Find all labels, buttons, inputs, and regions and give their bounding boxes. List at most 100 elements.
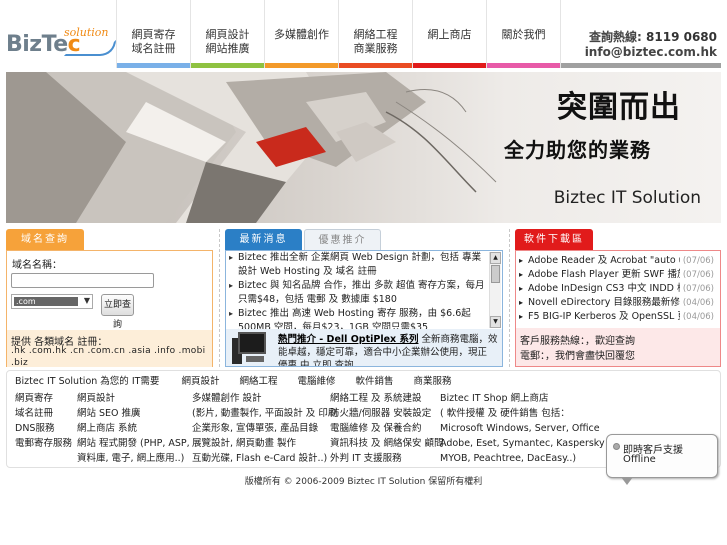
tab-promotions[interactable]: 優惠推介 — [304, 229, 381, 250]
news-panel: 最新消息 優惠推介 Biztec 推出全新 企業網頁 Web Design 計劃… — [225, 229, 503, 367]
live-support-widget[interactable]: 即時客戶支援 Offline — [606, 434, 718, 485]
services-tab[interactable]: 電腦維修 — [297, 375, 335, 389]
tab-latest-news[interactable]: 最新消息 — [225, 229, 302, 250]
nav-item-multimedia[interactable]: 多媒體創作 — [264, 0, 338, 68]
nav-color-bar — [191, 63, 264, 68]
domain-search-box: 域名名稱： .com ▼ 立即查詢 提供 各類域名 註冊： .hk .com.h… — [6, 250, 213, 368]
domain-search-panel: 域名查詢 域名名稱： .com ▼ 立即查詢 提供 各類域名 註冊： .hk .… — [6, 229, 213, 368]
service-link[interactable]: 網頁寄存 — [15, 391, 72, 406]
hotline-block: 查詢熱線: 8119 0680 info@biztec.com.hk — [560, 0, 727, 68]
services-column-multimedia: 多媒體創作 設計 (影片, 動畫製作, 平面設計 及 印刷 企業形象, 宣傳單張… — [192, 391, 337, 466]
panel-divider — [219, 229, 220, 367]
services-tab[interactable]: 網頁設計 — [181, 375, 219, 389]
service-link[interactable]: 外判 IT 支援服務 — [330, 451, 444, 466]
banner-subheadline: 全力助您的業務 — [504, 138, 651, 162]
tld-list: .hk .com.hk .cn .com.cn .asia .info .mob… — [11, 346, 206, 368]
service-link[interactable]: 網站 程式開發 (PHP, ASP, — [77, 436, 190, 451]
service-link[interactable]: Adobe, Eset, Symantec, Kaspersky — [440, 436, 605, 451]
main-nav: 網頁寄存 域名註冊 網頁設計 網站推廣 多媒體創作 網絡工程 商業服務 網上商店… — [116, 0, 560, 68]
site-header: solution BizTec 網頁寄存 域名註冊 網頁設計 網站推廣 多媒體創… — [0, 0, 727, 68]
tld-select[interactable]: .com ▼ — [11, 294, 93, 309]
service-link[interactable]: 網站 SEO 推廣 — [77, 406, 190, 421]
contact-line: 客戶服務熱線：，歡迎查詢 — [520, 336, 635, 347]
news-scrollbar[interactable]: ▲ ▼ — [489, 252, 501, 328]
services-tab[interactable]: 軟件銷售 — [355, 375, 393, 389]
live-support-status: Offline — [623, 454, 656, 465]
domain-name-input[interactable] — [11, 273, 154, 288]
service-link[interactable]: 網頁設計 — [77, 391, 190, 406]
services-tab[interactable]: 商業服務 — [414, 375, 452, 389]
download-item[interactable]: Adobe Reader 及 Acrobat "auto update"(07/… — [516, 254, 720, 268]
service-link[interactable]: DNS服務 — [15, 421, 72, 436]
services-tabs: Biztec IT Solution 為您的 IT需要 網頁設計 網絡工程 電腦… — [15, 375, 472, 389]
service-link[interactable]: 電腦維修 及 保養合約 — [330, 421, 444, 436]
service-link[interactable]: Biztec IT Shop 網上商店 — [440, 391, 605, 406]
tab-downloads[interactable]: 軟件下載區 — [515, 229, 593, 250]
nav-item-about[interactable]: 關於我們 — [486, 0, 560, 68]
download-item[interactable]: Novell eDirectory 目錄服務最新修正檔案(04/06) — [516, 296, 720, 310]
nav-label: 多媒體創作 — [274, 28, 329, 41]
banner-headline: 突圍而出 — [557, 90, 681, 125]
nav-label: 網頁設計 網站推廣 — [205, 28, 250, 55]
chevron-down-icon: ▼ — [83, 296, 90, 305]
services-tab[interactable]: Biztec IT Solution 為您的 IT需要 — [15, 375, 159, 389]
nav-item-web-design[interactable]: 網頁設計 網站推廣 — [190, 0, 264, 68]
download-item[interactable]: Adobe Flash Player 更新 SWF 播放器(07/06) — [516, 268, 720, 282]
service-link[interactable]: 網絡工程 及 系統建設 — [330, 391, 444, 406]
hero-banner: 突圍而出 全力助您的業務 Biztec IT Solution — [6, 72, 721, 223]
news-item[interactable]: Biztec 推出全新 企業網頁 Web Design 計劃，包括 專業設計 W… — [226, 251, 488, 279]
services-column-network: 網絡工程 及 系統建設 防火牆/伺服器 安裝設定 電腦維修 及 保養合約 資訊科… — [330, 391, 444, 466]
tld-selected-value: .com — [14, 297, 78, 306]
nav-label: 網絡工程 商業服務 — [353, 28, 398, 55]
banner-brand: Biztec IT Solution — [553, 188, 701, 208]
panel-divider — [509, 229, 510, 367]
services-column-web-design: 網頁設計 網站 SEO 推廣 網上商店 系統 網站 程式開發 (PHP, ASP… — [77, 391, 190, 466]
news-item[interactable]: Biztec 與 知名品牌 合作，推出 多款 超值 寄存方案，每月只需$48，包… — [226, 279, 488, 307]
domain-search-button[interactable]: 立即查詢 — [101, 294, 134, 330]
service-link[interactable]: MYOB, Peachtree, DacEasy..) — [440, 451, 605, 466]
nav-label: 關於我們 — [501, 28, 546, 41]
service-link[interactable]: 多媒體創作 設計 — [192, 391, 337, 406]
hotline-color-bar — [561, 63, 721, 68]
service-link[interactable]: 資訊科技 及 網絡保安 顧問 — [330, 436, 444, 451]
news-box: Biztec 推出全新 企業網頁 Web Design 計劃，包括 專業設計 W… — [225, 250, 503, 367]
service-link[interactable]: 互動光碟, Flash e-Card 設計..) — [192, 451, 337, 466]
copyright-footer: 版權所有 © 2006-2009 Biztec IT Solution 保留所有… — [244, 477, 483, 487]
service-link[interactable]: 資料庫, 電子, 網上應用..) — [77, 451, 190, 466]
download-item[interactable]: Adobe InDesign CS3 中文 INDD 檔案(07/06) — [516, 282, 720, 296]
service-link[interactable]: 電郵寄存服務 — [15, 436, 72, 451]
hotline-email[interactable]: info@biztec.com.hk — [585, 45, 717, 59]
service-link[interactable]: 防火牆/伺服器 安裝設定 — [330, 406, 444, 421]
service-link[interactable]: 企業形象, 宣傳單張, 產品目錄 — [192, 421, 337, 436]
biztec-logo[interactable]: solution BizTec — [6, 26, 116, 60]
contact-block: 客戶服務熱線：，歡迎查詢 電郵：，我們會盡快回覆您 — [516, 328, 720, 366]
nav-color-bar — [265, 63, 338, 68]
service-link[interactable]: 域名註冊 — [15, 406, 72, 421]
scroll-thumb[interactable] — [491, 265, 500, 283]
service-link[interactable]: 網上商店 系統 — [77, 421, 190, 436]
promo-block[interactable]: 熱門推介 - Dell OptiPlex 系列 全新商務電腦，效能卓越，穩定可靠… — [226, 329, 502, 366]
nav-color-bar — [413, 63, 486, 68]
services-tab[interactable]: 網絡工程 — [239, 375, 277, 389]
domain-name-label: 域名名稱： — [12, 260, 62, 271]
service-link[interactable]: 展覽設計, 網頁動畫 製作 — [192, 436, 337, 451]
service-link[interactable]: ( 軟件授權 及 硬件銷售 包括： — [440, 406, 605, 421]
computer-icon — [232, 332, 274, 364]
services-column-hosting: 網頁寄存 域名註冊 DNS服務 電郵寄存服務 — [15, 391, 72, 451]
scroll-down-icon[interactable]: ▼ — [490, 316, 501, 328]
tld-list-footer: 提供 各類域名 註冊： .hk .com.hk .cn .com.cn .asi… — [7, 330, 212, 368]
nav-item-network[interactable]: 網絡工程 商業服務 — [338, 0, 412, 68]
nav-color-bar — [339, 63, 412, 68]
service-link[interactable]: Microsoft Windows, Server, Office — [440, 421, 605, 436]
promo-title[interactable]: 熱門推介 - Dell OptiPlex 系列 — [278, 334, 418, 345]
tab-domain-search[interactable]: 域名查詢 — [6, 229, 84, 250]
logo-wordmark: BizTec — [6, 32, 81, 57]
download-item[interactable]: F5 BIG-IP Kerberos 及 OpenSSL 更新(04/06) — [516, 310, 720, 324]
scroll-up-icon[interactable]: ▲ — [490, 252, 501, 264]
download-box: Adobe Reader 及 Acrobat "auto update"(07/… — [515, 250, 721, 367]
service-link[interactable]: (影片, 動畫製作, 平面設計 及 印刷 — [192, 406, 337, 421]
nav-item-shop[interactable]: 網上商店 — [412, 0, 486, 68]
status-dot-icon — [613, 443, 620, 450]
promo-text: 熱門推介 - Dell OptiPlex 系列 全新商務電腦，效能卓越，穩定可靠… — [278, 333, 498, 366]
nav-item-hosting[interactable]: 網頁寄存 域名註冊 — [116, 0, 190, 68]
